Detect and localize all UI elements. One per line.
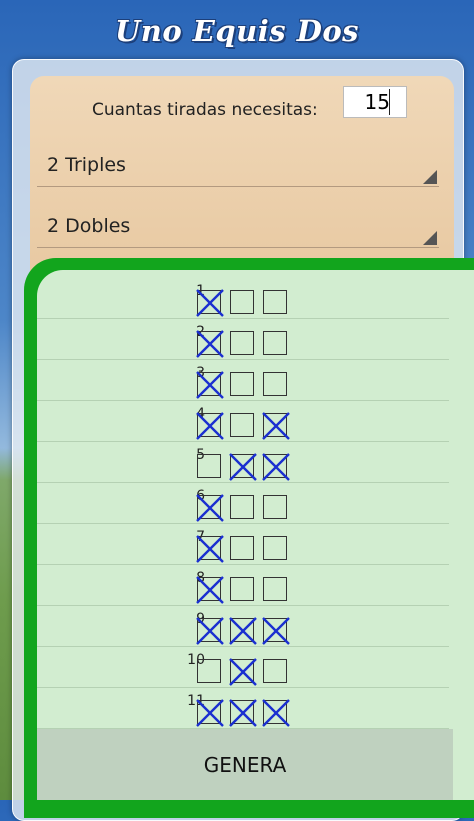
x-mark-icon <box>262 617 290 645</box>
choice-box-x[interactable] <box>230 290 254 314</box>
choice-box-1[interactable] <box>196 330 224 358</box>
choice-box-2[interactable] <box>263 331 287 355</box>
x-mark-icon <box>262 699 290 727</box>
result-row: 7 <box>37 524 449 565</box>
x-mark-icon <box>196 289 224 317</box>
choice-box-2[interactable] <box>263 536 287 560</box>
result-row: 11 <box>37 688 449 729</box>
triples-spinner-value: 2 Triples <box>47 154 126 176</box>
app-title: Uno Equis Dos <box>114 14 360 48</box>
dobles-spinner-value: 2 Dobles <box>47 215 131 237</box>
choice-box-1[interactable] <box>196 371 224 399</box>
choice-box-2[interactable] <box>262 617 290 645</box>
result-row: 3 <box>37 360 449 401</box>
x-mark-icon <box>196 617 224 645</box>
x-mark-icon <box>229 699 257 727</box>
choice-box-1[interactable] <box>196 289 224 317</box>
dobles-spinner[interactable]: 2 Dobles <box>37 203 439 248</box>
x-mark-icon <box>196 412 224 440</box>
result-row: 10 <box>37 647 449 688</box>
choice-box-1[interactable] <box>196 699 224 727</box>
choice-box-2[interactable] <box>262 699 290 727</box>
dropdown-triangle-icon <box>423 170 437 184</box>
choice-box-2[interactable] <box>263 495 287 519</box>
choice-box-2[interactable] <box>263 372 287 396</box>
choice-box-1[interactable] <box>197 659 221 683</box>
x-mark-icon <box>196 699 224 727</box>
choice-box-2[interactable] <box>262 412 290 440</box>
choice-box-x[interactable] <box>229 699 257 727</box>
x-mark-icon <box>262 453 290 481</box>
result-row: 5 <box>37 442 449 483</box>
x-mark-icon <box>196 535 224 563</box>
count-label: Cuantas tiradas necesitas: <box>92 100 318 120</box>
result-row: 2 <box>37 319 449 360</box>
result-row: 9 <box>37 606 449 647</box>
result-row: 4 <box>37 401 449 442</box>
choice-box-1[interactable] <box>197 454 221 478</box>
choice-box-1[interactable] <box>196 535 224 563</box>
choice-box-x[interactable] <box>229 453 257 481</box>
choice-box-2[interactable] <box>262 453 290 481</box>
choice-box-x[interactable] <box>230 577 254 601</box>
x-mark-icon <box>196 576 224 604</box>
choice-box-1[interactable] <box>196 617 224 645</box>
result-row: 1 <box>37 278 449 319</box>
x-mark-icon <box>262 412 290 440</box>
result-row: 8 <box>37 565 449 606</box>
triples-spinner[interactable]: 2 Triples <box>37 142 439 187</box>
choice-box-2[interactable] <box>263 659 287 683</box>
choice-box-1[interactable] <box>196 494 224 522</box>
genera-button[interactable]: GENERA <box>37 729 453 800</box>
choice-box-x[interactable] <box>230 495 254 519</box>
choice-box-x[interactable] <box>230 413 254 437</box>
results-list[interactable]: 1 2 3 4 5 6 7 8 9 10 11 <box>37 270 474 800</box>
dropdown-triangle-icon <box>423 231 437 245</box>
choice-box-1[interactable] <box>196 576 224 604</box>
x-mark-icon <box>229 617 257 645</box>
text-caret <box>389 89 390 115</box>
x-mark-icon <box>196 494 224 522</box>
choice-box-2[interactable] <box>263 577 287 601</box>
count-input[interactable] <box>343 86 407 118</box>
result-row: 6 <box>37 483 449 524</box>
choice-box-2[interactable] <box>263 290 287 314</box>
x-mark-icon <box>196 371 224 399</box>
choice-box-x[interactable] <box>230 536 254 560</box>
choice-box-x[interactable] <box>229 617 257 645</box>
x-mark-icon <box>229 453 257 481</box>
x-mark-icon <box>229 658 257 686</box>
choice-box-x[interactable] <box>230 372 254 396</box>
choice-box-x[interactable] <box>230 331 254 355</box>
x-mark-icon <box>196 330 224 358</box>
choice-box-x[interactable] <box>229 658 257 686</box>
choice-box-1[interactable] <box>196 412 224 440</box>
